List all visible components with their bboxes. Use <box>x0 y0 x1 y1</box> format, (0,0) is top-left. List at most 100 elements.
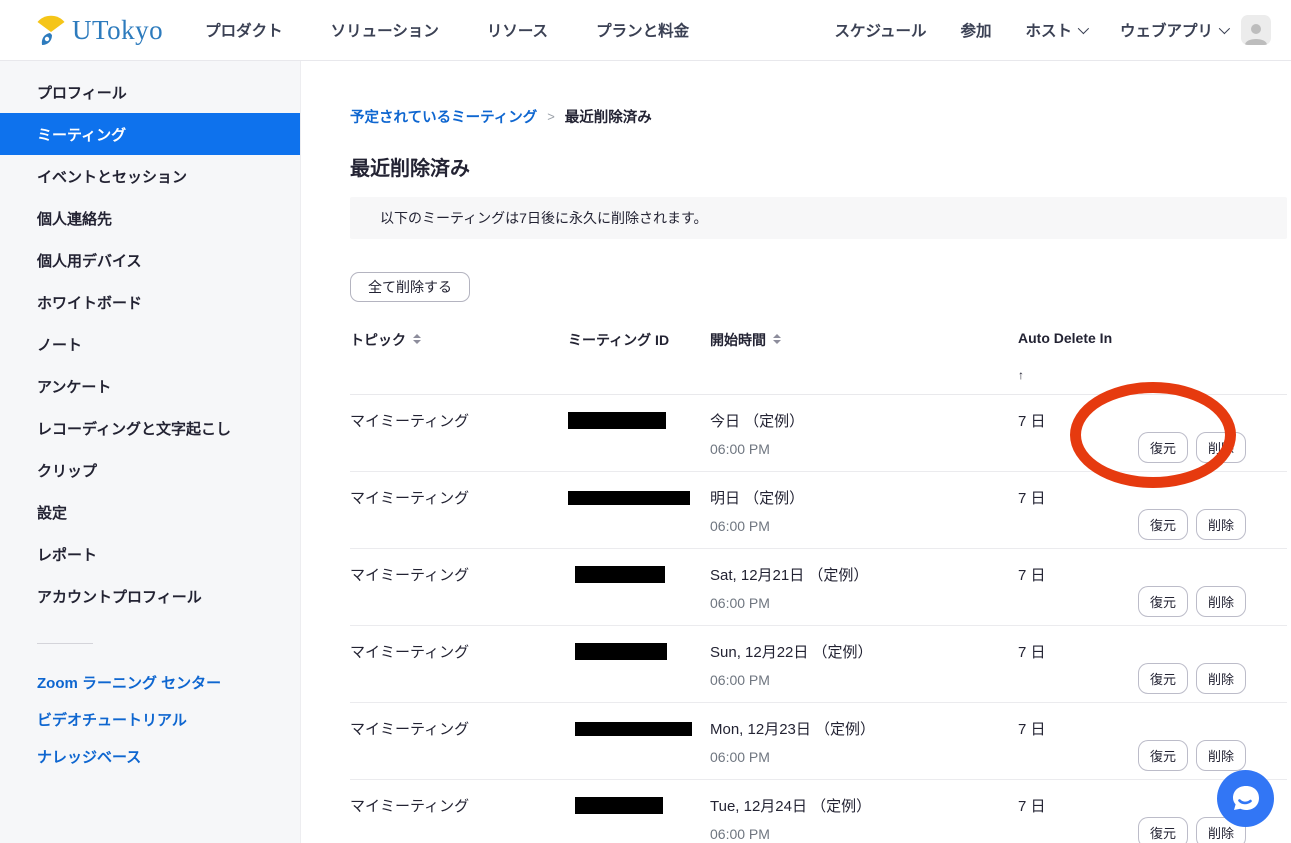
sidebar-item-whiteboard[interactable]: ホワイトボード <box>0 281 300 323</box>
table-row: マイミーティング Sat, 12月21日 （定例） 06:00 PM 7 日 復… <box>350 549 1287 626</box>
meeting-id-cell <box>568 795 710 843</box>
retention-notice: 以下のミーティングは7日後に永久に削除されます。 <box>350 197 1287 239</box>
sidebar-item-meetings[interactable]: ミーティング <box>0 113 300 155</box>
delete-button[interactable]: 削除 <box>1196 740 1246 771</box>
meeting-id-cell <box>568 641 710 702</box>
delete-button[interactable]: 削除 <box>1196 509 1246 540</box>
sidebar-item-personal-contacts[interactable]: 個人連絡先 <box>0 197 300 239</box>
start-time-cell: Sat, 12月21日 （定例） 06:00 PM <box>710 564 1018 625</box>
start-time-cell: 今日 （定例） 06:00 PM <box>710 410 1018 471</box>
sidebar-item-personal-devices[interactable]: 個人用デバイス <box>0 239 300 281</box>
chevron-down-icon <box>1078 23 1089 34</box>
sidebar-item-settings[interactable]: 設定 <box>0 491 300 533</box>
chat-support-button[interactable] <box>1217 770 1274 827</box>
sort-icon[interactable] <box>413 334 421 344</box>
top-header: UTokyo プロダクト ソリューション リソース プランと料金 スケジュール … <box>0 0 1291 61</box>
breadcrumb-current: 最近削除済み <box>565 106 652 127</box>
nav-schedule[interactable]: スケジュール <box>835 19 927 41</box>
auto-delete-in: 7 日 <box>1018 641 1138 702</box>
table-row: マイミーティング Mon, 12月23日 （定例） 06:00 PM 7 日 復… <box>350 703 1287 780</box>
nav-products[interactable]: プロダクト <box>205 19 283 41</box>
auto-delete-in: 7 日 <box>1018 487 1138 548</box>
start-date: Sun, 12月22日 （定例） <box>710 641 1018 662</box>
start-time-cell: 明日 （定例） 06:00 PM <box>710 487 1018 548</box>
sidebar-divider <box>37 643 93 644</box>
start-time: 06:00 PM <box>710 595 1018 611</box>
user-avatar[interactable] <box>1241 15 1271 45</box>
table-header-row: トピック ミーティング ID 開始時間 Auto Delete In ↑ <box>350 330 1287 395</box>
auto-delete-in: 7 日 <box>1018 410 1138 471</box>
sidebar-item-notes[interactable]: ノート <box>0 323 300 365</box>
breadcrumb: 予定されているミーティング > 最近削除済み <box>350 106 1287 127</box>
delete-all-button[interactable]: 全て削除する <box>350 272 470 302</box>
column-header-auto-delete-label: Auto Delete In <box>1018 330 1112 346</box>
nav-host-menu[interactable]: ホスト <box>1025 19 1086 41</box>
sidebar-link-video-tutorials[interactable]: ビデオチュートリアル <box>0 701 300 738</box>
meeting-topic: マイミーティング <box>350 718 568 779</box>
column-header-start-time[interactable]: 開始時間 <box>710 330 1018 382</box>
redacted-meeting-id <box>575 722 692 736</box>
sort-ascending-icon[interactable]: ↑ <box>1018 368 1024 382</box>
restore-button[interactable]: 復元 <box>1138 509 1188 540</box>
start-time-cell: Tue, 12月24日 （定例） 06:00 PM <box>710 795 1018 843</box>
start-time: 06:00 PM <box>710 672 1018 688</box>
start-date: Sat, 12月21日 （定例） <box>710 564 1018 585</box>
start-date: Tue, 12月24日 （定例） <box>710 795 1018 816</box>
nav-resources[interactable]: リソース <box>487 19 548 41</box>
column-header-meeting-id-label: ミーティング ID <box>568 330 669 350</box>
auto-delete-in: 7 日 <box>1018 795 1138 843</box>
column-header-auto-delete-in[interactable]: Auto Delete In ↑ <box>1018 330 1138 382</box>
restore-button[interactable]: 復元 <box>1138 432 1188 463</box>
meeting-topic: マイミーティング <box>350 641 568 702</box>
breadcrumb-separator: > <box>547 109 555 124</box>
auto-delete-in: 7 日 <box>1018 564 1138 625</box>
sidebar-item-reports[interactable]: レポート <box>0 533 300 575</box>
delete-button[interactable]: 削除 <box>1196 586 1246 617</box>
sidebar-item-profile[interactable]: プロフィール <box>0 71 300 113</box>
column-header-actions <box>1138 330 1287 382</box>
chat-bubble-icon <box>1231 784 1261 814</box>
restore-button[interactable]: 復元 <box>1138 586 1188 617</box>
sort-icon[interactable] <box>773 334 781 344</box>
column-header-topic[interactable]: トピック <box>350 330 568 382</box>
delete-button[interactable]: 削除 <box>1196 432 1246 463</box>
breadcrumb-upcoming-meetings-link[interactable]: 予定されているミーティング <box>350 106 537 127</box>
row-actions: 復元 削除 <box>1138 564 1287 625</box>
row-actions: 復元 削除 <box>1138 410 1287 471</box>
table-row: マイミーティング 今日 （定例） 06:00 PM 7 日 復元 削除 <box>350 395 1287 472</box>
restore-button[interactable]: 復元 <box>1138 740 1188 771</box>
sidebar: プロフィール ミーティング イベントとセッション 個人連絡先 個人用デバイス ホ… <box>0 61 301 843</box>
meeting-id-cell <box>568 718 710 779</box>
sidebar-link-learning-center[interactable]: Zoom ラーニング センター <box>0 664 300 701</box>
table-row: マイミーティング Sun, 12月22日 （定例） 06:00 PM 7 日 復… <box>350 626 1287 703</box>
start-time: 06:00 PM <box>710 826 1018 842</box>
logo-text: UTokyo <box>72 15 163 46</box>
restore-button[interactable]: 復元 <box>1138 663 1188 694</box>
sidebar-link-knowledge-base[interactable]: ナレッジベース <box>0 738 300 775</box>
redacted-meeting-id <box>575 566 665 583</box>
nav-solutions[interactable]: ソリューション <box>331 19 439 41</box>
sidebar-item-account-profile[interactable]: アカウントプロフィール <box>0 575 300 617</box>
meeting-id-cell <box>568 564 710 625</box>
chevron-down-icon <box>1219 23 1230 34</box>
column-header-meeting-id: ミーティング ID <box>568 330 710 382</box>
restore-button[interactable]: 復元 <box>1138 817 1188 843</box>
start-time: 06:00 PM <box>710 441 1018 457</box>
start-time-cell: Sun, 12月22日 （定例） 06:00 PM <box>710 641 1018 702</box>
column-header-topic-label: トピック <box>350 330 406 350</box>
nav-plans-pricing[interactable]: プランと料金 <box>596 19 689 41</box>
sidebar-item-surveys[interactable]: アンケート <box>0 365 300 407</box>
utokyo-logo[interactable]: UTokyo <box>34 12 163 48</box>
start-time: 06:00 PM <box>710 518 1018 534</box>
page-title: 最近削除済み <box>350 152 1287 181</box>
start-date: Mon, 12月23日 （定例） <box>710 718 1018 739</box>
nav-webapp-menu[interactable]: ウェブアプリ <box>1120 19 1227 41</box>
nav-host-label: ホスト <box>1025 19 1072 41</box>
row-actions: 復元 削除 <box>1138 487 1287 548</box>
meeting-topic: マイミーティング <box>350 487 568 548</box>
sidebar-item-events-sessions[interactable]: イベントとセッション <box>0 155 300 197</box>
nav-join[interactable]: 参加 <box>960 19 991 41</box>
sidebar-item-recordings-transcripts[interactable]: レコーディングと文字起こし <box>0 407 300 449</box>
delete-button[interactable]: 削除 <box>1196 663 1246 694</box>
sidebar-item-clips[interactable]: クリップ <box>0 449 300 491</box>
